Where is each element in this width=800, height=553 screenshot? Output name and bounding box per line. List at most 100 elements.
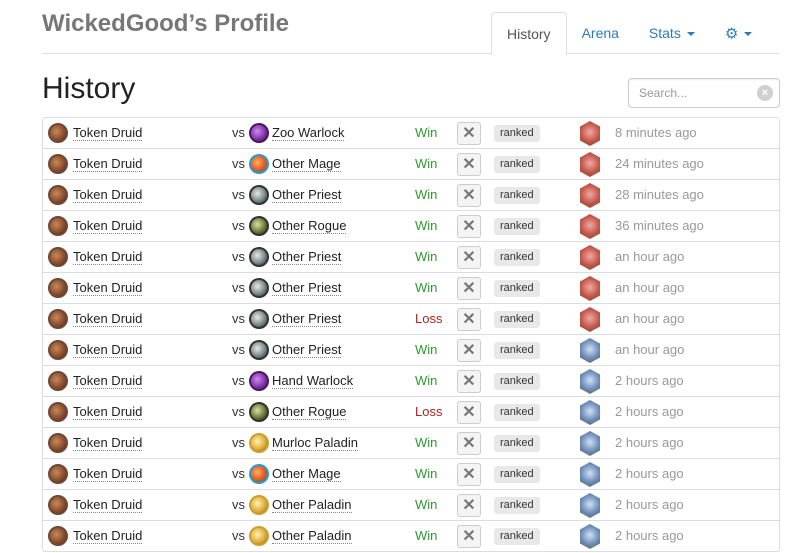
close-icon[interactable]: ✕ [457, 277, 481, 300]
mode-badge: ranked [494, 373, 540, 390]
priest-class-icon [249, 247, 269, 267]
tab-history[interactable]: History [491, 12, 567, 55]
druid-class-icon [48, 247, 68, 267]
close-icon[interactable]: ✕ [457, 246, 481, 269]
vs-label: vs [232, 311, 245, 326]
druid-class-icon [48, 526, 68, 546]
vs-label: vs [232, 280, 245, 295]
opponent-deck-link[interactable]: Murloc Paladin [272, 435, 358, 451]
vs-label: vs [232, 466, 245, 481]
close-icon[interactable]: ✕ [457, 184, 481, 207]
opponent-deck-link[interactable]: Other Priest [272, 311, 342, 327]
player-deck-link[interactable]: Token Druid [73, 218, 143, 234]
vs-label: vs [232, 125, 245, 140]
opponent-deck-link[interactable]: Other Rogue [272, 404, 347, 420]
druid-class-icon [48, 371, 68, 391]
player-deck-link[interactable]: Token Druid [73, 280, 143, 296]
priest-class-icon [249, 278, 269, 298]
mode-badge: ranked [494, 404, 540, 421]
red-rank-icon [580, 121, 600, 146]
red-rank-icon [580, 307, 600, 332]
red-rank-icon [580, 183, 600, 208]
game-row: Token Druid vs Hand Warlock Win ✕ ranked 2 hou… [43, 366, 779, 397]
druid-class-icon [48, 216, 68, 236]
game-row: Token Druid vs Other Paladin Win ✕ ranked 2 ho… [43, 490, 779, 521]
druid-class-icon [48, 309, 68, 329]
opponent-deck-link[interactable]: Other Priest [272, 249, 342, 265]
result-label: Win [415, 156, 438, 171]
game-row: Token Druid vs Other Paladin Win ✕ ranked 2 ho… [43, 521, 779, 552]
game-row: Token Druid vs Murloc Paladin Win ✕ ranked 2 h… [43, 428, 779, 459]
close-icon[interactable]: ✕ [457, 401, 481, 424]
mage-class-icon [249, 154, 269, 174]
clear-search-icon[interactable]: × [757, 85, 773, 101]
player-deck-link[interactable]: Token Druid [73, 125, 143, 141]
player-deck-link[interactable]: Token Druid [73, 342, 143, 358]
close-icon[interactable]: ✕ [457, 494, 481, 517]
game-row: Token Druid vs Other Priest Win ✕ ranked an ho… [43, 335, 779, 366]
mode-badge: ranked [494, 342, 540, 359]
timestamp: 2 hours ago [615, 528, 684, 543]
close-icon[interactable]: ✕ [457, 308, 481, 331]
settings-dropdown[interactable]: ⚙ [710, 12, 767, 54]
player-deck-link[interactable]: Token Druid [73, 435, 143, 451]
player-deck-link[interactable]: Token Druid [73, 187, 143, 203]
timestamp: an hour ago [615, 280, 685, 295]
opponent-deck-link[interactable]: Other Priest [272, 342, 342, 358]
close-icon[interactable]: ✕ [457, 215, 481, 238]
vs-label: vs [232, 373, 245, 388]
red-rank-icon [580, 245, 600, 270]
close-icon[interactable]: ✕ [457, 370, 481, 393]
timestamp: 36 minutes ago [615, 218, 704, 233]
opponent-deck-link[interactable]: Other Rogue [272, 218, 347, 234]
opponent-deck-link[interactable]: Other Paladin [272, 497, 352, 513]
close-icon[interactable]: ✕ [457, 153, 481, 176]
result-label: Win [415, 528, 438, 543]
opponent-deck-link[interactable]: Other Mage [272, 156, 341, 172]
tab-stats[interactable]: Stats [634, 12, 710, 54]
druid-class-icon [48, 433, 68, 453]
close-icon[interactable]: ✕ [457, 432, 481, 455]
player-deck-link[interactable]: Token Druid [73, 373, 143, 389]
vs-label: vs [232, 528, 245, 543]
opponent-deck-link[interactable]: Other Priest [272, 280, 342, 296]
game-row: Token Druid vs Other Rogue Win ✕ ranked 36 min… [43, 211, 779, 242]
result-label: Win [415, 249, 438, 264]
opponent-deck-link[interactable]: Other Paladin [272, 528, 352, 544]
tab-arena[interactable]: Arena [567, 12, 634, 54]
opponent-deck-link[interactable]: Other Mage [272, 466, 341, 482]
game-row: Token Druid vs Other Priest Win ✕ ranked an ho… [43, 242, 779, 273]
player-deck-link[interactable]: Token Druid [73, 311, 143, 327]
mode-badge: ranked [494, 466, 540, 483]
vs-label: vs [232, 497, 245, 512]
timestamp: an hour ago [615, 342, 685, 357]
timestamp: 28 minutes ago [615, 187, 704, 202]
result-label: Win [415, 125, 438, 140]
player-deck-link[interactable]: Token Druid [73, 528, 143, 544]
opponent-deck-link[interactable]: Zoo Warlock [272, 125, 345, 141]
close-icon[interactable]: ✕ [457, 122, 481, 145]
close-icon[interactable]: ✕ [457, 339, 481, 362]
player-deck-link[interactable]: Token Druid [73, 249, 143, 265]
timestamp: an hour ago [615, 311, 685, 326]
game-row: Token Druid vs Other Mage Win ✕ ranked 2 hours… [43, 459, 779, 490]
opponent-deck-link[interactable]: Other Priest [272, 187, 342, 203]
timestamp: 2 hours ago [615, 404, 684, 419]
game-row: Token Druid vs Other Priest Loss ✕ ranked an h… [43, 304, 779, 335]
player-deck-link[interactable]: Token Druid [73, 404, 143, 420]
player-deck-link[interactable]: Token Druid [73, 497, 143, 513]
mode-badge: ranked [494, 528, 540, 545]
close-icon[interactable]: ✕ [457, 463, 481, 486]
opponent-deck-link[interactable]: Hand Warlock [272, 373, 354, 389]
timestamp: 8 minutes ago [615, 125, 697, 140]
druid-class-icon [48, 154, 68, 174]
chevron-down-icon [686, 32, 695, 37]
close-icon[interactable]: ✕ [457, 525, 481, 548]
search-input[interactable] [629, 79, 749, 107]
player-deck-link[interactable]: Token Druid [73, 156, 143, 172]
vs-label: vs [232, 187, 245, 202]
mage-class-icon [249, 464, 269, 484]
chevron-down-icon [744, 32, 753, 37]
player-deck-link[interactable]: Token Druid [73, 466, 143, 482]
game-row: Token Druid vs Zoo Warlock Win ✕ ranked 8 minu… [43, 118, 779, 149]
